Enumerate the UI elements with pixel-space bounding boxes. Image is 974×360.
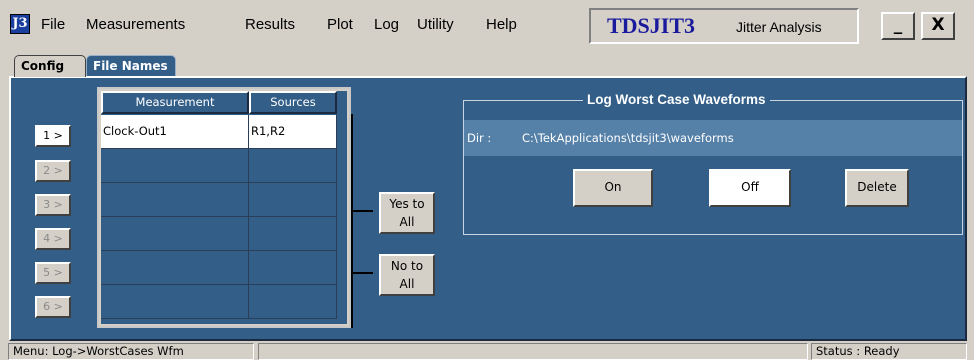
- off-button[interactable]: Off: [709, 169, 791, 207]
- tab-config[interactable]: Config: [14, 55, 86, 77]
- connector-line: [353, 272, 373, 274]
- status-middle: [258, 343, 808, 360]
- status-menu-path: Menu: Log->WorstCases Wfm: [8, 343, 254, 360]
- no-to-all-button[interactable]: No to All: [379, 254, 435, 296]
- row-select-button-2[interactable]: 2 >: [35, 160, 71, 182]
- yes-to-all-line2: All: [399, 215, 415, 229]
- log-worst-case-title: Log Worst Case Waveforms: [583, 92, 770, 108]
- on-button[interactable]: On: [573, 169, 653, 207]
- menu-utility[interactable]: Utility: [417, 16, 454, 34]
- menu-help[interactable]: Help: [486, 16, 517, 34]
- grid-cell-sources[interactable]: [249, 217, 337, 251]
- grid-cell-sources[interactable]: [249, 183, 337, 217]
- grid-cell-measurement[interactable]: [101, 149, 249, 183]
- connector-line: [351, 114, 353, 328]
- row-select-button-1[interactable]: 1 >: [35, 125, 71, 147]
- minimize-button[interactable]: _: [881, 12, 915, 40]
- no-to-all-line1: No to: [390, 259, 424, 273]
- menu-file[interactable]: File: [41, 16, 65, 34]
- grid-cell-measurement[interactable]: [101, 251, 249, 285]
- no-to-all-line2: All: [399, 277, 415, 291]
- connector-line: [353, 210, 373, 212]
- yes-to-all-line1: Yes to: [389, 197, 425, 211]
- grid-cell-sources[interactable]: [249, 149, 337, 183]
- brand-box: TDSJIT3 Jitter Analysis: [589, 8, 859, 44]
- tab-file-names[interactable]: File Names: [86, 55, 176, 77]
- grid-cell-measurement[interactable]: [101, 183, 249, 217]
- status-ready: Status : Ready: [811, 343, 967, 360]
- row-select-button-4[interactable]: 4 >: [35, 228, 71, 250]
- grid-header-measurement: Measurement: [101, 91, 249, 114]
- row-select-button-5[interactable]: 5 >: [35, 262, 71, 284]
- menu-bar: J3 File Measurements Results Plot Log Ut…: [0, 0, 974, 50]
- app-logo-icon[interactable]: J3: [10, 14, 30, 34]
- menu-log[interactable]: Log: [374, 16, 399, 34]
- grid-header-sources: Sources: [249, 91, 337, 114]
- row-select-button-3[interactable]: 3 >: [35, 194, 71, 216]
- menu-measurements[interactable]: Measurements: [86, 16, 185, 34]
- measurement-grid: Measurement Sources Clock-Out1 R1,R2: [97, 87, 351, 328]
- config-panel: 1 > 2 > 3 > 4 > 5 > 6 > Measurement Sour…: [9, 76, 967, 341]
- dir-path-field[interactable]: C:\TekApplications\tdsjit3\waveforms: [522, 131, 734, 145]
- menu-results[interactable]: Results: [245, 16, 295, 34]
- grid-cell-sources[interactable]: [249, 251, 337, 285]
- grid-cell-measurement[interactable]: Clock-Out1: [101, 115, 249, 149]
- dir-label: Dir :: [467, 131, 492, 145]
- row-select-button-6[interactable]: 6 >: [35, 296, 71, 318]
- grid-body: Measurement Sources Clock-Out1 R1,R2: [101, 91, 347, 324]
- close-button[interactable]: X: [921, 12, 955, 40]
- delete-button[interactable]: Delete: [845, 169, 909, 207]
- brand-title: TDSJIT3: [607, 13, 696, 38]
- grid-cell-measurement[interactable]: [101, 217, 249, 251]
- menu-plot[interactable]: Plot: [327, 16, 353, 34]
- brand-subtitle: Jitter Analysis: [736, 19, 822, 35]
- grid-cell-sources[interactable]: R1,R2: [249, 115, 337, 149]
- grid-cell-sources[interactable]: [249, 285, 337, 319]
- yes-to-all-button[interactable]: Yes to All: [379, 192, 435, 234]
- grid-cell-measurement[interactable]: [101, 285, 249, 319]
